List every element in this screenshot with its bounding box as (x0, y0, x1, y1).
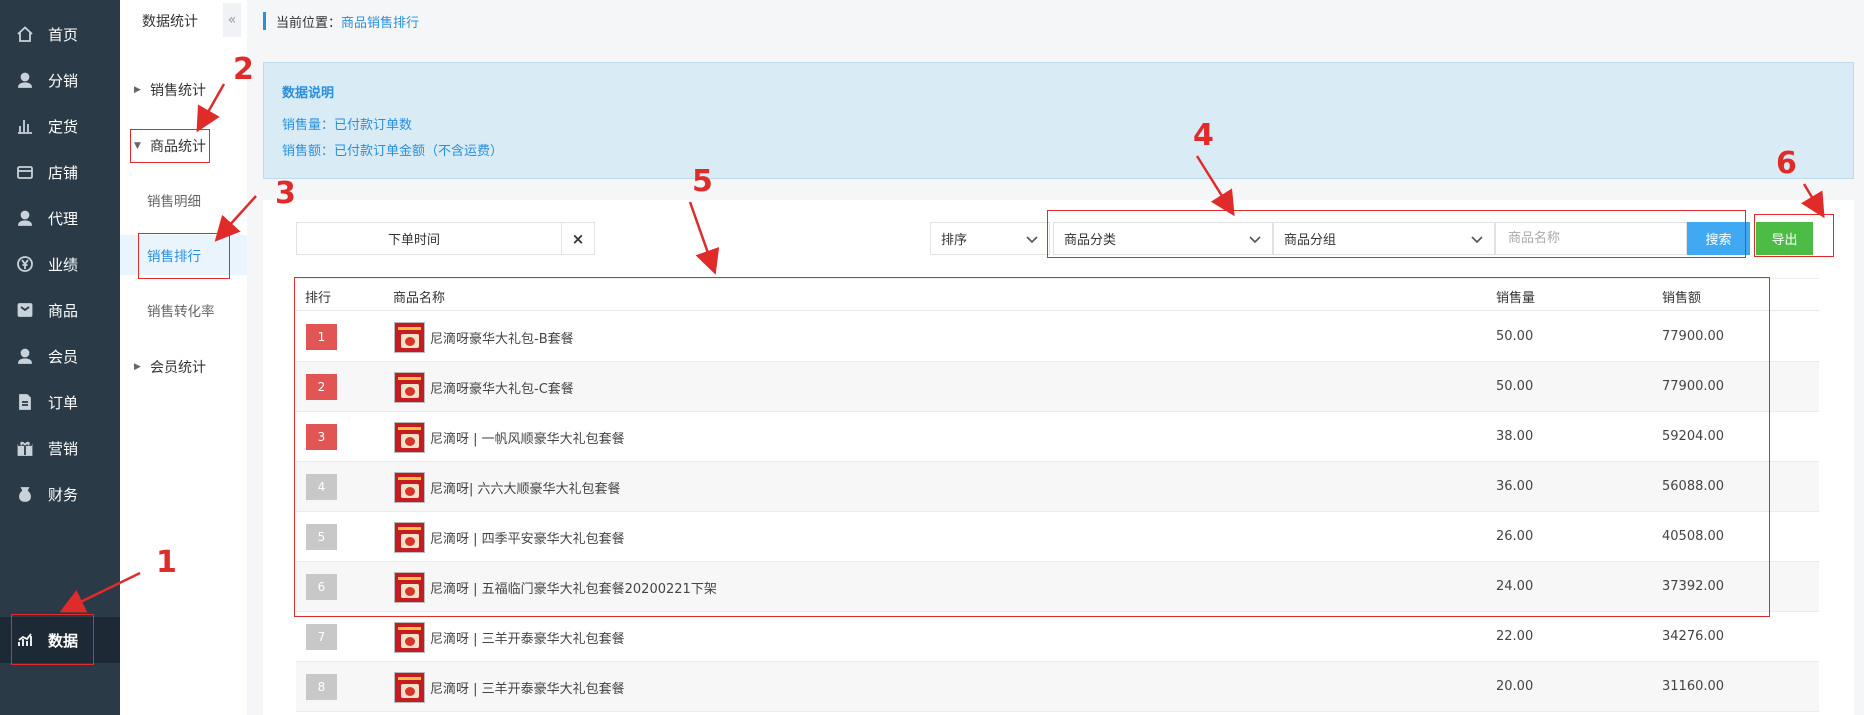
user-icon (16, 71, 34, 89)
annotation-box-2 (130, 129, 210, 163)
annotation-number-5: 5 (692, 164, 713, 199)
yen-icon (16, 255, 34, 273)
table-row[interactable]: 8 尼滴呀 | 三羊开泰豪华大礼包套餐 20.00 31160.00 (296, 662, 1819, 712)
nav-label: 商品 (48, 301, 79, 320)
table-row[interactable]: 7 尼滴呀 | 三羊开泰豪华大礼包套餐 22.00 34276.00 (296, 612, 1819, 662)
annotation-box-4 (1047, 210, 1746, 258)
nav-item-marketing[interactable]: 营销 (0, 425, 120, 471)
agent-icon (16, 209, 34, 227)
sales-amount: 34276.00 (1662, 629, 1725, 644)
nav-label: 营销 (48, 439, 79, 458)
breadcrumb-current[interactable]: 商品销售排行 (341, 12, 419, 31)
nav-item-order[interactable]: 订单 (0, 379, 120, 425)
product-name[interactable]: 尼滴呀 | 三羊开泰豪华大礼包套餐 (430, 628, 625, 647)
home-icon (16, 25, 34, 43)
breadcrumb-prefix: 当前位置： (276, 15, 342, 31)
rank-badge: 7 (306, 624, 337, 650)
product-thumbnail[interactable] (394, 622, 425, 653)
bar-chart-icon (16, 117, 34, 135)
nav-item-performance[interactable]: 业绩 (0, 241, 120, 287)
collapse-sidebar-button[interactable]: « (223, 3, 241, 37)
annotation-number-1: 1 (156, 545, 177, 580)
info-title: 数据说明 (282, 86, 335, 101)
nav-label: 代理 (48, 209, 79, 228)
subnav-group-sales[interactable]: ▶ 销售统计 (134, 80, 206, 100)
subnav-item-conversion-rate[interactable]: 销售转化率 (120, 290, 247, 330)
nav-item-member[interactable]: 会员 (0, 333, 120, 379)
annotation-number-6: 6 (1776, 146, 1797, 181)
nav-label: 首页 (48, 25, 79, 44)
nav-item-agent[interactable]: 代理 (0, 195, 120, 241)
store-icon (16, 163, 34, 181)
nav-label: 财务 (48, 485, 79, 504)
annotation-box-6 (1754, 214, 1834, 257)
nav-label: 分销 (48, 71, 79, 90)
nav-item-goods[interactable]: 商品 (0, 287, 120, 333)
info-line: 销售量：已付款订单数 (282, 118, 413, 133)
nav-item-store[interactable]: 店铺 (0, 149, 120, 195)
nav-item-home[interactable]: 首页 (0, 11, 120, 57)
sub-nav: 数据统计 ▶ 销售统计 ▼ 商品统计 销售明细 销售排行 销售转化率 ▶ 会员统… (120, 0, 247, 715)
annotation-number-4: 4 (1193, 118, 1214, 153)
money-bag-icon (16, 485, 34, 503)
nav-item-order-goods[interactable]: 定货 (0, 103, 120, 149)
chevron-down-icon (1025, 232, 1039, 246)
annotation-box-5 (294, 277, 1770, 617)
caret-right-icon: ▶ (134, 85, 141, 95)
nav-label: 会员 (48, 347, 79, 366)
subnav-item-sales-detail[interactable]: 销售明细 (120, 180, 247, 220)
sales-qty: 22.00 (1496, 629, 1534, 644)
order-icon (16, 393, 34, 411)
order-time-picker[interactable]: 下单时间 (296, 222, 562, 255)
annotation-number-3: 3 (275, 176, 296, 211)
product-name[interactable]: 尼滴呀 | 三羊开泰豪华大礼包套餐 (430, 678, 625, 697)
rank-badge: 8 (306, 674, 337, 700)
member-icon (16, 347, 34, 365)
clear-date-button[interactable]: × (561, 222, 595, 255)
data-description-box: 数据说明 销售量：已付款订单数 销售额：已付款订单金额（不含运费） (263, 62, 1854, 179)
product-thumbnail[interactable] (394, 672, 425, 703)
sales-qty: 20.00 (1496, 679, 1534, 694)
main-nav: 首页 分销 定货 店铺 代理 业绩 商品 会员 订单 营销 财务 数据 (0, 0, 120, 715)
nav-item-distribution[interactable]: 分销 (0, 57, 120, 103)
sales-amount: 31160.00 (1662, 679, 1725, 694)
breadcrumb: 当前位置： 商品销售排行 (263, 12, 419, 31)
info-line: 销售额：已付款订单金额（不含运费） (282, 144, 504, 159)
annotation-box-1 (11, 614, 94, 665)
gift-icon (16, 439, 34, 457)
caret-right-icon: ▶ (134, 362, 141, 372)
nav-label: 定货 (48, 117, 79, 136)
nav-label: 订单 (48, 393, 79, 412)
nav-label: 业绩 (48, 255, 79, 274)
subnav-title: 数据统计 (142, 14, 198, 30)
annotation-box-3 (138, 233, 230, 279)
subnav-group-member[interactable]: ▶ 会员统计 (134, 357, 206, 377)
nav-item-finance[interactable]: 财务 (0, 471, 120, 517)
annotation-number-2: 2 (233, 52, 254, 87)
sort-select[interactable]: 排序 (930, 222, 1050, 255)
goods-icon (16, 301, 34, 319)
nav-label: 店铺 (48, 163, 79, 182)
